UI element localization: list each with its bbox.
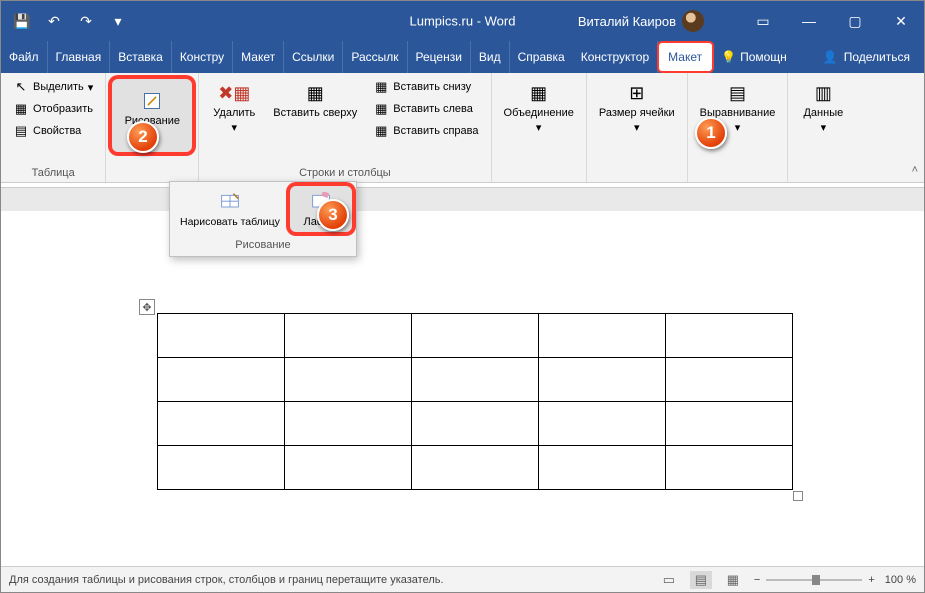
view-gridlines-button[interactable]: ▦Отобразить — [7, 99, 99, 119]
share-button[interactable]: 👤Поделиться — [809, 41, 924, 73]
print-layout-icon[interactable]: ▤ — [690, 571, 712, 589]
redo-icon[interactable]: ↷ — [73, 8, 99, 34]
group-cell-size: ⊞Размер ячейки▾ — [587, 73, 688, 182]
delete-icon: ✖▦ — [222, 81, 246, 105]
draw-table-icon — [218, 190, 242, 214]
properties-button[interactable]: ▤Свойства — [7, 121, 99, 141]
table-row[interactable] — [158, 402, 793, 446]
popover-group-label: Рисование — [170, 236, 356, 256]
ribbon-tabs: Файл Главная Вставка Констру Макет Ссылк… — [1, 41, 924, 73]
insert-below-button[interactable]: ▦Вставить снизу — [367, 77, 484, 97]
insert-right-icon: ▦ — [373, 123, 389, 139]
window-title: Lumpics.ru - Word — [410, 14, 516, 29]
tab-insert[interactable]: Вставка — [110, 41, 172, 73]
table-move-handle[interactable]: ✥ — [139, 299, 155, 315]
window-controls: ▭ — ▢ ✕ — [740, 1, 924, 41]
group-delete-insert: ✖▦ Удалить▾ ▦ Вставить сверху ▦Вставить … — [199, 73, 491, 182]
share-icon: 👤 — [823, 50, 838, 64]
tab-view[interactable]: Вид — [471, 41, 510, 73]
tab-table-layout[interactable]: Макет — [659, 43, 712, 71]
insert-left-button[interactable]: ▦Вставить слева — [367, 99, 484, 119]
grid-icon: ▦ — [13, 101, 29, 117]
insert-below-icon: ▦ — [373, 79, 389, 95]
select-button[interactable]: ↖Выделить▾ — [7, 77, 99, 97]
qat-more-icon[interactable]: ▾ — [105, 8, 131, 34]
web-layout-icon[interactable]: ▦ — [722, 571, 744, 589]
pencil-icon — [140, 89, 164, 113]
insert-above-button[interactable]: ▦ Вставить сверху — [267, 77, 363, 123]
table-resize-handle[interactable] — [793, 491, 803, 501]
undo-icon[interactable]: ↶ — [41, 8, 67, 34]
ribbon-display-button[interactable]: ▭ — [740, 1, 786, 41]
table-row[interactable] — [158, 446, 793, 490]
cell-size-button[interactable]: ⊞Размер ячейки▾ — [593, 77, 681, 138]
save-icon[interactable]: 💾 — [9, 8, 35, 34]
callout-marker-3: 3 — [317, 199, 349, 231]
align-icon: ▤ — [726, 81, 750, 105]
status-text: Для создания таблицы и рисования строк, … — [9, 574, 444, 586]
slider-track[interactable] — [766, 579, 862, 581]
tab-table-design[interactable]: Конструктор — [573, 41, 658, 73]
table-row[interactable] — [158, 314, 793, 358]
data-icon: ▥ — [811, 81, 835, 105]
title-bar: 💾 ↶ ↷ ▾ Lumpics.ru - Word Виталий Каиров… — [1, 1, 924, 41]
minimize-button[interactable]: — — [786, 1, 832, 41]
avatar — [682, 10, 704, 32]
read-mode-icon[interactable]: ▭ — [658, 571, 680, 589]
group-label-rows-cols: Строки и столбцы — [299, 165, 391, 182]
merge-button[interactable]: ▦Объединение▾ — [498, 77, 580, 138]
document-background — [1, 187, 924, 211]
zoom-out-icon[interactable]: − — [754, 574, 760, 586]
zoom-level[interactable]: 100 % — [885, 574, 916, 586]
delete-button[interactable]: ✖▦ Удалить▾ — [205, 77, 263, 138]
collapse-ribbon-icon[interactable]: ˄ — [912, 164, 918, 176]
tab-file[interactable]: Файл — [1, 41, 48, 73]
slider-thumb[interactable] — [812, 575, 820, 585]
callout-marker-2: 2 — [127, 121, 159, 153]
draw-table-button[interactable]: Нарисовать таблицу — [174, 186, 286, 232]
properties-icon: ▤ — [13, 123, 29, 139]
group-label-table: Таблица — [32, 165, 75, 182]
chevron-down-icon: ▾ — [232, 121, 238, 134]
tab-home[interactable]: Главная — [48, 41, 111, 73]
tab-references[interactable]: Ссылки — [284, 41, 343, 73]
insert-left-icon: ▦ — [373, 101, 389, 117]
tab-layout[interactable]: Макет — [233, 41, 284, 73]
quick-access-toolbar: 💾 ↶ ↷ ▾ — [1, 8, 139, 34]
cell-size-icon: ⊞ — [625, 81, 649, 105]
data-button[interactable]: ▥Данные▾ — [794, 77, 852, 138]
tab-help[interactable]: Справка — [510, 41, 573, 73]
document-table[interactable] — [157, 313, 793, 490]
maximize-button[interactable]: ▢ — [832, 1, 878, 41]
group-table: ↖Выделить▾ ▦Отобразить ▤Свойства Таблица — [1, 73, 106, 182]
tab-review[interactable]: Рецензи — [408, 41, 471, 73]
status-bar: Для создания таблицы и рисования строк, … — [1, 566, 924, 592]
insert-above-icon: ▦ — [303, 81, 327, 105]
tab-mailings[interactable]: Рассылк — [343, 41, 407, 73]
callout-marker-1: 1 — [695, 117, 727, 149]
group-merge: ▦Объединение▾ — [492, 73, 587, 182]
tab-tell-me[interactable]: 💡Помощн — [713, 41, 795, 73]
user-account[interactable]: Виталий Каиров — [578, 10, 704, 32]
table-row[interactable] — [158, 358, 793, 402]
zoom-in-icon[interactable]: + — [868, 574, 874, 586]
insert-right-button[interactable]: ▦Вставить справа — [367, 121, 484, 141]
merge-icon: ▦ — [527, 81, 551, 105]
zoom-slider[interactable]: − + — [754, 574, 875, 586]
user-name: Виталий Каиров — [578, 14, 676, 29]
cursor-icon: ↖ — [13, 79, 29, 95]
tab-design[interactable]: Констру — [172, 41, 233, 73]
group-data: ▥Данные▾ — [788, 73, 858, 182]
close-button[interactable]: ✕ — [878, 1, 924, 41]
